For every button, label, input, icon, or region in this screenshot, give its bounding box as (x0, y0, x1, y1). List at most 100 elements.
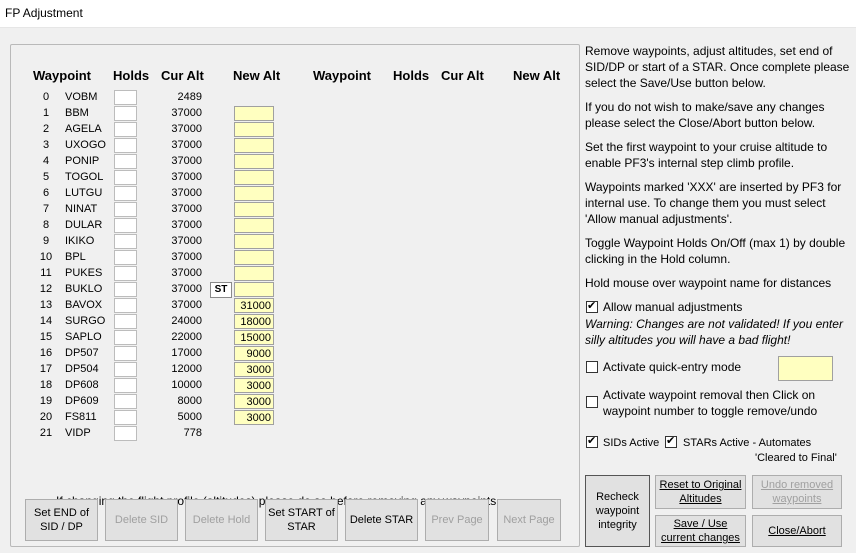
new-altitude-input[interactable]: 18000 (234, 314, 274, 329)
hold-cell[interactable] (114, 154, 137, 169)
new-altitude-input[interactable]: 31000 (234, 298, 274, 313)
new-altitude-input[interactable] (234, 122, 274, 137)
sids-active-checkbox[interactable] (586, 434, 598, 448)
hold-cell[interactable] (114, 218, 137, 233)
delete-hold-button[interactable]: Delete Hold (185, 499, 258, 541)
waypoint-number[interactable]: 9 (31, 235, 61, 247)
waypoint-number[interactable]: 16 (31, 347, 61, 359)
prev-page-button[interactable]: Prev Page (425, 499, 489, 541)
hold-cell[interactable] (114, 362, 137, 377)
waypoint-number[interactable]: 12 (31, 283, 61, 295)
undo-removed-button[interactable]: Undo removed waypoints (752, 475, 842, 509)
waypoint-number[interactable]: 18 (31, 379, 61, 391)
waypoint-number[interactable]: 17 (31, 363, 61, 375)
waypoint-number[interactable]: 3 (31, 139, 61, 151)
hold-cell[interactable] (114, 298, 137, 313)
current-altitude: 17000 (171, 347, 202, 359)
quick-entry-checkbox[interactable] (586, 361, 598, 373)
new-altitude-input[interactable]: 3000 (234, 394, 274, 409)
quick-entry-input[interactable] (778, 356, 833, 381)
set-end-sid-button[interactable]: Set END of SID / DP (25, 499, 98, 541)
current-altitude: 37000 (171, 107, 202, 119)
waypoint-number[interactable]: 15 (31, 331, 61, 343)
save-use-button[interactable]: Save / Use current changes (655, 515, 746, 547)
new-altitude-input[interactable] (234, 250, 274, 265)
new-altitude-input[interactable]: 3000 (234, 378, 274, 393)
current-altitude: 37000 (171, 123, 202, 135)
hold-cell[interactable] (114, 202, 137, 217)
delete-sid-button[interactable]: Delete SID (105, 499, 178, 541)
hold-cell[interactable] (114, 90, 137, 105)
current-altitude: 37000 (171, 235, 202, 247)
current-altitude: 37000 (171, 203, 202, 215)
hold-cell[interactable] (114, 250, 137, 265)
header-new-alt-right: New Alt (513, 68, 561, 83)
new-altitude-input[interactable]: 3000 (234, 362, 274, 377)
waypoint-number[interactable]: 7 (31, 203, 61, 215)
current-altitude: 37000 (171, 267, 202, 279)
new-altitude-input[interactable]: 9000 (234, 346, 274, 361)
new-altitude-input[interactable] (234, 138, 274, 153)
current-altitude: 22000 (171, 331, 202, 343)
new-altitude-input[interactable] (234, 170, 274, 185)
new-altitude-input[interactable] (234, 202, 274, 217)
new-altitude-input[interactable] (234, 154, 274, 169)
hold-cell[interactable] (114, 378, 137, 393)
new-altitude-input[interactable]: 3000 (234, 410, 274, 425)
allow-manual-checkbox[interactable] (586, 299, 598, 313)
instruction-p5: Toggle Waypoint Holds On/Off (max 1) by … (585, 236, 846, 266)
hold-cell[interactable] (114, 282, 137, 297)
hold-cell[interactable] (114, 170, 137, 185)
next-page-button[interactable]: Next Page (497, 499, 561, 541)
hold-cell[interactable] (114, 266, 137, 281)
hold-cell[interactable] (114, 122, 137, 137)
hold-cell[interactable] (114, 426, 137, 441)
waypoint-number[interactable]: 8 (31, 219, 61, 231)
new-altitude-input[interactable]: 15000 (234, 330, 274, 345)
new-altitude-input[interactable] (234, 234, 274, 249)
waypoint-number[interactable]: 6 (31, 187, 61, 199)
hold-cell[interactable] (114, 410, 137, 425)
recheck-integrity-button[interactable]: Recheck waypoint integrity (585, 475, 650, 547)
close-abort-button[interactable]: Close/Abort (752, 515, 842, 547)
new-altitude-input[interactable] (234, 186, 274, 201)
current-altitude: 8000 (177, 395, 202, 407)
current-altitude: 5000 (177, 411, 202, 423)
hold-cell[interactable] (114, 186, 137, 201)
waypoint-number[interactable]: 0 (31, 91, 61, 103)
new-altitude-input[interactable] (234, 106, 274, 121)
waypoint-number[interactable]: 4 (31, 155, 61, 167)
hold-cell[interactable] (114, 330, 137, 345)
waypoint-number[interactable]: 10 (31, 251, 61, 263)
waypoint-number[interactable]: 14 (31, 315, 61, 327)
hold-cell[interactable] (114, 234, 137, 249)
delete-star-button[interactable]: Delete STAR (345, 499, 418, 541)
set-start-star-button[interactable]: Set START of STAR (265, 499, 338, 541)
new-altitude-input[interactable] (234, 282, 274, 297)
waypoint-number[interactable]: 19 (31, 395, 61, 407)
waypoint-removal-label: Activate waypoint removal then Click on … (603, 388, 818, 418)
header-cur-alt: Cur Alt (161, 68, 204, 83)
hold-cell[interactable] (114, 346, 137, 361)
waypoint-number[interactable]: 2 (31, 123, 61, 135)
hold-cell[interactable] (114, 138, 137, 153)
current-altitude: 37000 (171, 139, 202, 151)
waypoint-number[interactable]: 20 (31, 411, 61, 423)
stars-active-label: STARs Active - Automates (683, 437, 812, 449)
waypoint-number[interactable]: 1 (31, 107, 61, 119)
current-altitude: 37000 (171, 155, 202, 167)
reset-altitudes-button[interactable]: Reset to Original Altitudes (655, 475, 746, 509)
stars-active-checkbox[interactable] (665, 434, 677, 448)
new-altitude-input[interactable] (234, 218, 274, 233)
current-altitude: 12000 (171, 363, 202, 375)
instruction-p2: If you do not wish to make/save any chan… (585, 100, 825, 130)
hold-cell[interactable] (114, 106, 137, 121)
hold-cell[interactable] (114, 394, 137, 409)
waypoint-number[interactable]: 5 (31, 171, 61, 183)
waypoint-removal-checkbox[interactable] (586, 396, 598, 408)
waypoint-number[interactable]: 11 (31, 267, 61, 279)
new-altitude-input[interactable] (234, 266, 274, 281)
hold-cell[interactable] (114, 314, 137, 329)
waypoint-number[interactable]: 21 (31, 427, 61, 439)
waypoint-number[interactable]: 13 (31, 299, 61, 311)
